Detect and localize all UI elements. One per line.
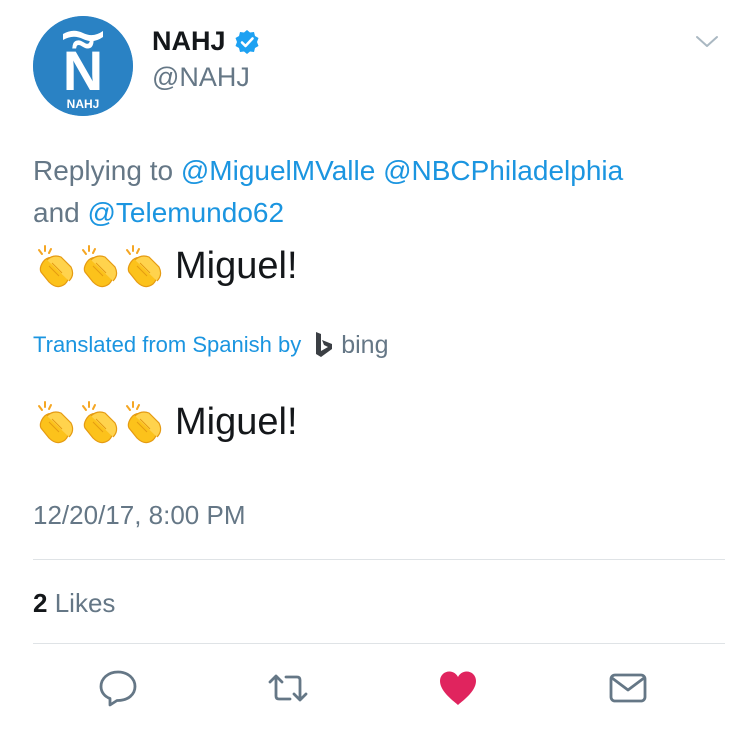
clapping-hands-icon	[82, 245, 118, 288]
divider	[33, 643, 725, 644]
verified-icon	[234, 29, 260, 55]
clapping-hands-icon	[126, 401, 162, 444]
timestamp[interactable]: 12/20/17, 8:00 PM	[33, 500, 245, 531]
handle[interactable]: @NAHJ	[152, 62, 250, 93]
likes-label: Likes	[54, 588, 116, 618]
mention-link[interactable]: @MiguelMValle	[181, 155, 375, 186]
divider	[33, 559, 725, 560]
clap-emoji-group	[33, 400, 165, 444]
replying-to: Replying to @MiguelMValle @NBCPhiladelph…	[33, 150, 723, 234]
action-bar	[0, 666, 750, 716]
retweet-icon[interactable]	[266, 666, 310, 710]
likes-number: 2	[33, 588, 48, 618]
nahj-logo: Ñ NAHJ	[33, 16, 133, 116]
bing-logo-icon	[316, 332, 333, 357]
likes-count[interactable]: 2 Likes	[33, 588, 115, 619]
reply-icon[interactable]	[96, 666, 140, 710]
replying-to-label: Replying to	[33, 155, 174, 186]
clapping-hands-icon	[38, 245, 74, 288]
translator-name: bing	[341, 330, 389, 359]
tweet-text: Miguel!	[33, 244, 298, 288]
mention-link[interactable]: @Telemundo62	[88, 197, 285, 228]
translated-body: Miguel!	[175, 400, 298, 443]
clapping-hands-icon	[82, 401, 118, 444]
share-mail-icon[interactable]	[606, 666, 650, 710]
like-heart-icon[interactable]	[436, 666, 480, 710]
display-name-text: NAHJ	[152, 26, 226, 56]
avatar-text: NAHJ	[67, 97, 100, 111]
clapping-hands-icon	[126, 245, 162, 288]
chevron-down-icon[interactable]	[694, 30, 720, 52]
display-name[interactable]: NAHJ	[152, 26, 260, 57]
avatar[interactable]: Ñ NAHJ	[33, 16, 133, 116]
translated-text: Miguel!	[33, 400, 298, 444]
tweet-body: Miguel!	[175, 244, 298, 287]
translated-label: Translated from Spanish by	[33, 332, 302, 357]
mention-link[interactable]: @NBCPhiladelphia	[383, 155, 623, 186]
avatar-letter: Ñ	[63, 39, 103, 102]
replying-to-joiner: and	[33, 197, 80, 228]
clapping-hands-icon	[38, 401, 74, 444]
clap-emoji-group	[33, 244, 165, 288]
translation-attribution[interactable]: Translated from Spanish by bing	[33, 330, 388, 360]
